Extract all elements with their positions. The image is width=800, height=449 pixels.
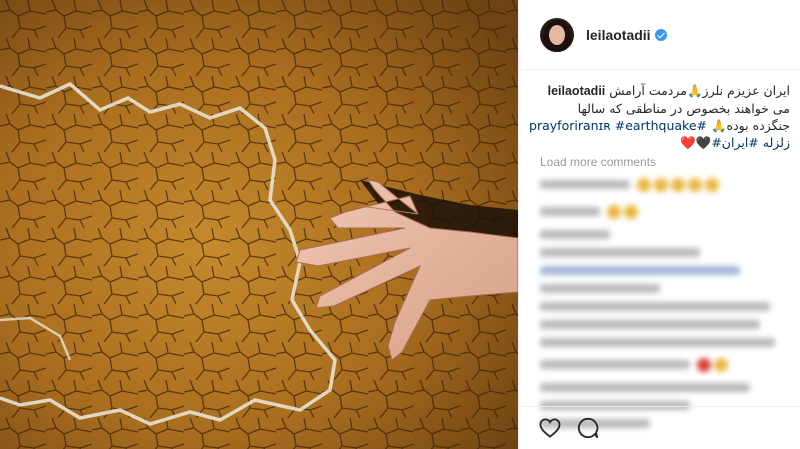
blurred-comment: [540, 248, 700, 257]
caption-hashtags[interactable]: #prayforiranɪʀ #earthquake: [529, 118, 707, 133]
caption-text-1: ایران عزیزم نلرز🙏مردمت آرامش: [609, 83, 790, 98]
blurred-comment: [540, 302, 770, 311]
blurred-comment: [540, 176, 790, 194]
header-username[interactable]: leilaotadii: [586, 27, 651, 43]
heart-icon[interactable]: [538, 416, 562, 440]
caption-line-2: می خواهند بخصوص در مناطقی که سالها: [577, 101, 790, 116]
avatar-face: [549, 24, 565, 45]
blurred-comment: [540, 284, 660, 293]
post-caption: ایران عزیزم نلرز🙏مردمت آرامش leilaotadii…: [529, 82, 790, 151]
caption-line-1: ایران عزیزم نلرز🙏مردمت آرامش leilaotadii: [540, 82, 790, 100]
post-image[interactable]: [0, 0, 518, 449]
post-actions: [519, 406, 800, 449]
avatar[interactable]: [540, 17, 574, 52]
blurred-comment: [540, 356, 790, 374]
blurred-comment: [540, 203, 790, 221]
caption-text-3: جنگزده بوده🙏: [710, 118, 790, 133]
post-header: leilaotadii: [519, 0, 800, 70]
blurred-comment: [540, 230, 610, 239]
blurred-comments: [540, 176, 790, 428]
blurred-comment: [540, 383, 750, 392]
caption-line-4[interactable]: زلزله #ایران#🖤❤️: [540, 134, 790, 151]
blurred-comment: [540, 320, 760, 329]
caption-line-3: جنگزده بوده🙏 #prayforiranɪʀ #earthquake: [529, 117, 790, 134]
cracked-earth-iran-hand-image: [0, 0, 518, 449]
caption-username[interactable]: leilaotadii: [548, 84, 606, 98]
load-more-comments-link[interactable]: Load more comments: [540, 155, 656, 169]
post-side-panel: leilaotadii ایران عزیزم نلرز🙏مردمت آرامش…: [518, 0, 800, 449]
instagram-post: leilaotadii ایران عزیزم نلرز🙏مردمت آرامش…: [0, 0, 800, 449]
comment-icon[interactable]: [576, 416, 600, 440]
verified-badge-icon: [654, 28, 667, 41]
blurred-comment: [540, 338, 775, 347]
blurred-comment: [540, 266, 740, 275]
